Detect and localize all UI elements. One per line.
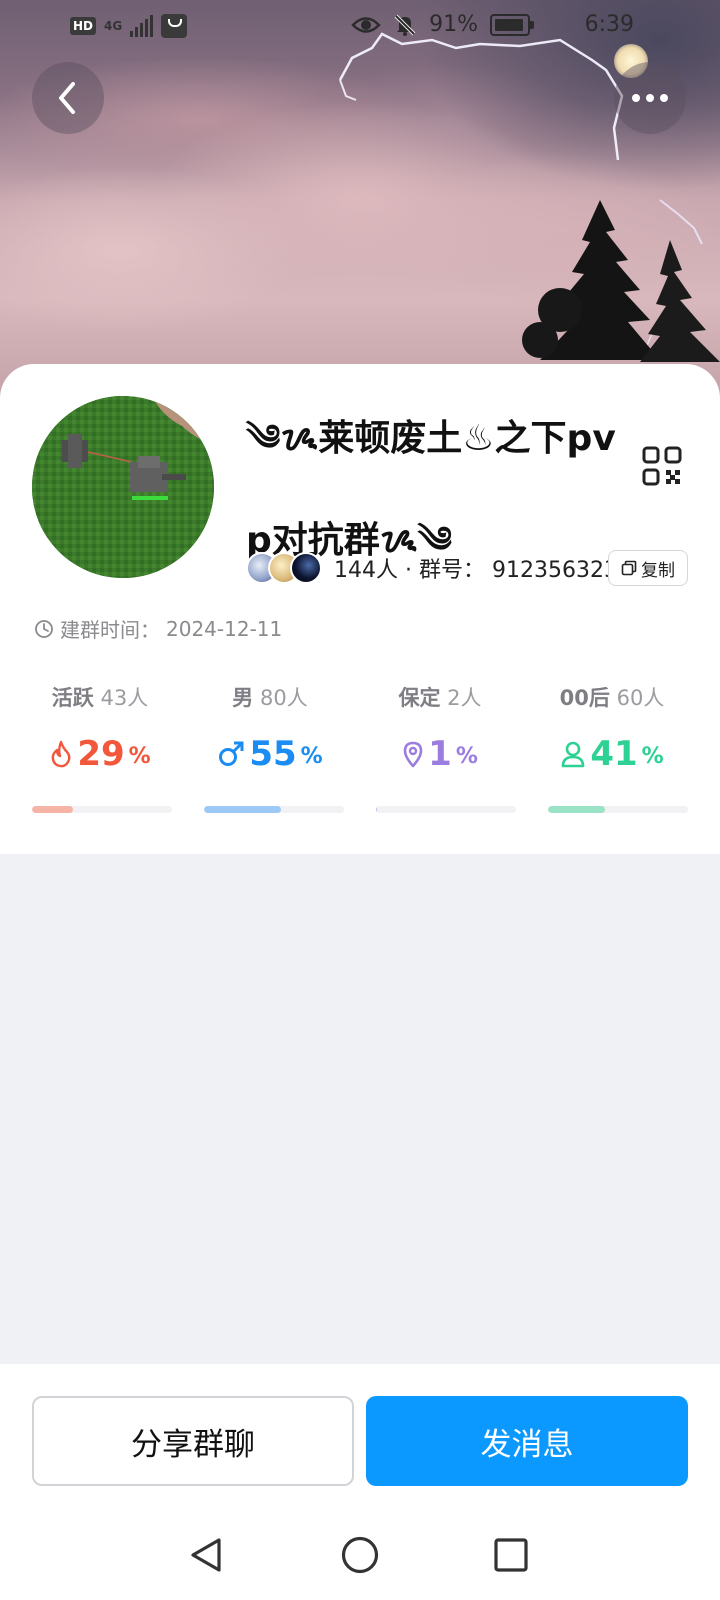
clock-icon [35,619,53,638]
group-avatar[interactable] [32,396,214,578]
cover-image [0,0,720,400]
more-dots-icon [632,94,668,102]
stat-unit: % [455,744,478,769]
stat-unit: % [128,744,151,769]
mute-bell-icon [394,14,416,36]
stat-bar-post00 [548,806,688,813]
group-avatar-image [32,396,214,578]
triangle-back-icon [191,1538,221,1572]
stat-count: 60人 [616,686,665,710]
copy-label: 复制 [641,560,675,581]
person-icon [562,741,585,768]
group-id-value: 912356323 [492,558,618,583]
stat-value: 55 [249,734,297,774]
stat-active: 活跃 43人 29% [20,682,180,774]
stat-bar-male [204,806,344,813]
nav-back-button[interactable] [182,1530,232,1580]
battery-icon [490,13,534,36]
stat-male: 男 80人 55% [190,682,350,774]
stat-bar-location [376,806,516,813]
stat-post00: 00后 60人 41% [532,682,692,774]
tree-silhouette [522,200,720,362]
nav-recents-button[interactable] [486,1530,536,1580]
stat-count: 2人 [447,686,482,710]
group-profile-screen: HD 4G 91% 6:39 ༄ᝰ莱顿废土♨之下pvp对抗群ᝰ༄ 144人 · … [0,0,720,1600]
stat-bar-fill [204,806,281,813]
share-group-button[interactable]: 分享群聊 [32,1396,354,1486]
more-options-button[interactable] [614,62,686,134]
shopping-bag-icon [161,14,188,38]
stat-location: 保定 2人 1% [360,682,520,774]
hd-badge: HD [70,17,97,35]
meta-separator: · [405,558,412,583]
stat-unit: % [300,744,323,769]
copy-icon [621,560,637,576]
nav-home-button[interactable] [335,1530,385,1580]
copy-group-id-button[interactable]: 复制 [608,550,688,586]
qr-code-icon [642,446,682,486]
stat-count: 80人 [259,686,308,710]
stat-title: 男 [232,686,254,710]
back-button[interactable] [32,62,104,134]
stat-unit: % [641,744,664,769]
stat-value: 29 [77,734,125,774]
member-count: 144人 [334,558,398,583]
location-pin-icon [403,741,423,768]
circle-home-icon [341,1536,379,1574]
stat-value: 1 [428,734,452,774]
stat-title: 保定 [398,686,441,710]
stat-bar-fill [32,806,73,813]
battery-percent: 91% [429,12,478,37]
status-bar: HD 4G 91% 6:39 [0,0,720,56]
group-id-label: 群号： [419,558,486,583]
signal-icon [130,15,154,37]
stat-bar-fill [548,806,606,813]
eye-icon [351,16,381,33]
created-date: 2024-12-11 [166,616,283,641]
male-icon [219,741,244,766]
network-type: 4G [104,19,123,33]
clock-time: 6:39 [584,12,634,37]
qr-code-button[interactable] [642,446,682,486]
created-date-row: 建群时间： 2024-12-11 [34,614,282,643]
stat-bar-fill [376,806,378,813]
stat-count: 43人 [100,686,149,710]
chevron-left-icon [59,82,75,114]
stat-value: 41 [590,734,638,774]
member-avatar [290,552,322,584]
system-nav-bar [0,1510,720,1600]
created-label: 建群时间： [60,618,160,642]
group-meta-row: 144人 · 群号： 912356323 [246,548,618,588]
stat-title: 活跃 [51,686,94,710]
stat-bar-active [32,806,172,813]
send-message-button[interactable]: 发消息 [366,1396,688,1486]
square-recents-icon [494,1538,528,1572]
stat-title: 00后 [559,686,610,710]
flame-icon [51,740,71,768]
